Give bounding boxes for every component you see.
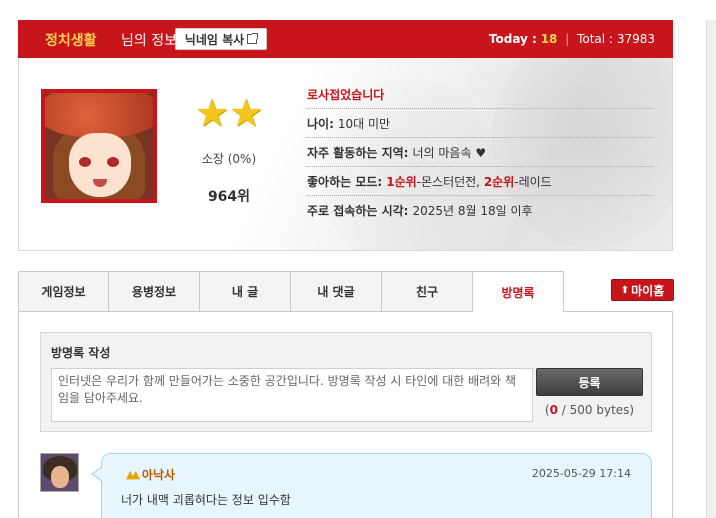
entry-date: 2025-05-29 17:14 [531,467,631,480]
mode-value-2: -레이드 [514,174,552,189]
mode-rank-1: 1순위 [386,174,417,189]
avatar-hat [45,93,153,137]
possession-rate: 소장 (0%) [201,152,257,166]
total-label: Total : [577,32,613,46]
tab-game-info[interactable]: 게임정보 [18,271,109,312]
mode-label: 좋아하는 모드: [307,174,383,189]
mode-rank-2: 2순위 [483,174,515,189]
nickname-suffix: 님의 정보 [121,33,177,49]
entry-avatar-face [51,466,69,488]
profile-avatar [41,89,157,203]
entry-writer[interactable]: ▲▲ 아낙사 [126,466,175,483]
page-scrollbar[interactable] [706,20,716,518]
guestbook-write-title: 방명록 작성 [51,346,111,360]
guestbook-entry: ▲▲ 아낙사 2025-05-29 17:14 너가 내맥 괴롭혀다는 정보 입… [91,453,652,518]
tab-friends[interactable]: 친구 [382,271,473,312]
tab-guestbook[interactable]: 방명록 [473,271,564,313]
avatar-eye-left [79,157,91,167]
star-icon: ★★ [195,91,264,135]
profile-info: 로사접었습니다 나이: 10대 미만 자주 활동하는 지역: 너의 마음속 ♥ … [307,80,653,225]
area-row: 자주 활동하는 지역: 너의 마음속 ♥ [307,138,653,167]
today-value: 18 [540,32,558,46]
area-value: 너의 마음속 ♥ [412,145,487,160]
byte-counter-current: 0 [549,403,558,417]
tab-mercenary-info[interactable]: 용병정보 [109,271,200,312]
home-arrow-icon: ⬆ [620,284,630,296]
user-rank: 964위 [207,189,251,205]
visit-stats: Today : 18 | Total : 37983 [489,32,655,46]
today-label: Today : [488,32,537,46]
guestbook-content: 방명록 작성 등록 (0 / 500 bytes) ▲▲ 아낙사 2025-05… [18,312,673,518]
age-row: 나이: 10대 미만 [307,109,653,138]
age-value: 10대 미만 [337,116,391,131]
guestbook-write-box: 방명록 작성 등록 (0 / 500 bytes) [40,332,652,432]
total-value: 37983 [616,32,655,46]
nickname: 정치생활 [45,33,97,49]
stats-separator: | [565,32,570,46]
guestbook-submit-button[interactable]: 등록 [536,368,643,396]
profile-panel: ★★ 소장 (0%) 964위 로사접었습니다 나이: 10대 미만 자주 활동… [18,58,673,251]
entry-avatar[interactable] [40,453,79,492]
guestbook-input[interactable] [51,368,533,422]
grade-stars: ★★ [195,94,263,132]
entry-writer-name: 아낙사 [141,468,176,482]
time-value: 2025년 8월 18일 이후 [412,204,533,218]
time-label: 주로 접속하는 시각: [307,204,409,218]
time-row: 주로 접속하는 시각: 2025년 8월 18일 이후 [307,196,653,225]
avatar-eye-right [107,157,119,167]
byte-counter-max: / 500 bytes) [557,403,635,417]
rank-badge-icon: ▲▲ [126,468,140,481]
greeting: 로사접었습니다 [307,87,385,102]
myhome-label: 마이홈 [631,283,665,298]
tab-my-posts[interactable]: 내 글 [200,271,291,312]
byte-counter: (0 / 500 bytes) [536,403,643,417]
entry-message: 너가 내맥 괴롭혀다는 정보 입수함 [121,493,291,507]
greeting-row: 로사접었습니다 [307,80,653,109]
external-link-icon [247,33,259,44]
age-label: 나이: [307,116,334,131]
mode-row: 좋아하는 모드: 1순위 -몬스터던전, 2순위 -레이드 [307,167,653,196]
copy-nickname-label: 닉네임 복사 [184,32,245,47]
profile-header: 정치생활 님의 정보 닉네임 복사 Today : 18 | Total : 3… [18,20,673,58]
area-label: 자주 활동하는 지역: [307,145,409,160]
tab-my-comments[interactable]: 내 댓글 [291,271,382,312]
avatar-face [69,133,131,197]
myhome-button[interactable]: ⬆ 마이홈 [611,279,674,301]
mode-value-1: -몬스터던전, [416,174,484,189]
profile-tabs: 게임정보 용병정보 내 글 내 댓글 친구 방명록 [18,271,673,313]
copy-nickname-button[interactable]: 닉네임 복사 [175,28,267,50]
